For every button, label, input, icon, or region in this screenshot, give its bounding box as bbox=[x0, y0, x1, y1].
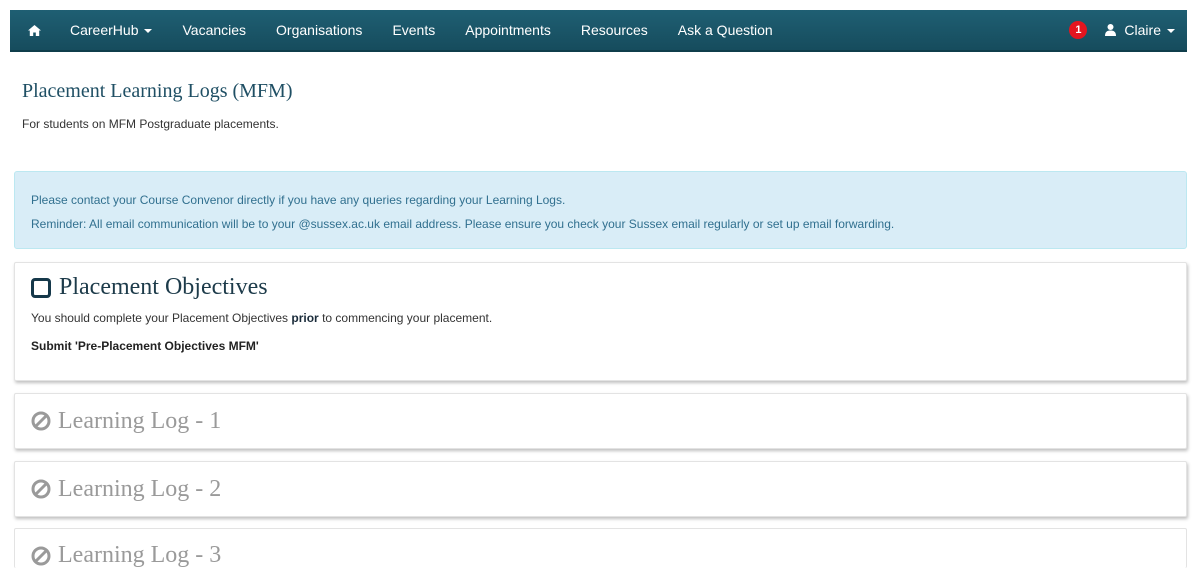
placement-objectives-panel: Placement Objectives You should complete… bbox=[14, 262, 1187, 381]
nav-vacancies-label: Vacancies bbox=[182, 22, 247, 38]
user-name: Claire bbox=[1124, 22, 1161, 38]
ban-icon bbox=[31, 411, 51, 431]
nav-organisations[interactable]: Organisations bbox=[261, 10, 377, 50]
nav-vacancies[interactable]: Vacancies bbox=[167, 10, 261, 50]
submit-objectives-link[interactable]: Submit 'Pre-Placement Objectives MFM' bbox=[31, 339, 1170, 353]
placement-objectives-title: Placement Objectives bbox=[59, 274, 268, 300]
desc-after: to commencing your placement. bbox=[322, 311, 493, 325]
learning-log-1-title: Learning Log - 1 bbox=[58, 407, 222, 434]
top-navbar: CareerHub Vacancies Organisations Events… bbox=[10, 10, 1187, 52]
info-alert: Please contact your Course Convenor dire… bbox=[14, 171, 1187, 249]
page-subtitle: For students on MFM Postgraduate placeme… bbox=[22, 117, 279, 131]
nav-appointments[interactable]: Appointments bbox=[450, 10, 566, 50]
placement-objectives-description: You should complete your Placement Objec… bbox=[31, 311, 1170, 325]
nav-events-label: Events bbox=[392, 22, 436, 38]
placement-objectives-heading: Placement Objectives bbox=[31, 274, 1170, 301]
learning-log-2-title: Learning Log - 2 bbox=[58, 475, 222, 502]
user-menu[interactable]: Claire bbox=[1105, 22, 1187, 38]
desc-before: You should complete your Placement Objec… bbox=[31, 311, 289, 325]
info-line-contact: Please contact your Course Convenor dire… bbox=[31, 193, 566, 207]
nav-right: 1 Claire bbox=[1069, 10, 1187, 50]
nav-appointments-label: Appointments bbox=[465, 22, 551, 38]
nav-resources-label: Resources bbox=[580, 22, 648, 38]
nav-ask-question-label: Ask a Question bbox=[677, 22, 773, 38]
learning-log-1-panel[interactable]: Learning Log - 1 bbox=[14, 393, 1187, 449]
ban-icon bbox=[31, 546, 51, 565]
chevron-down-icon bbox=[1167, 29, 1175, 33]
info-line-reminder: Reminder: All email communication will b… bbox=[31, 217, 895, 231]
learning-log-3-panel[interactable]: Learning Log - 3 bbox=[14, 528, 1187, 568]
notification-badge[interactable]: 1 bbox=[1069, 21, 1088, 39]
nav-careerhub-label: CareerHub bbox=[70, 22, 139, 38]
learning-log-3-title: Learning Log - 3 bbox=[58, 542, 222, 568]
learning-log-2-panel[interactable]: Learning Log - 2 bbox=[14, 461, 1187, 517]
nav-events[interactable]: Events bbox=[377, 10, 450, 50]
user-icon bbox=[1105, 24, 1117, 36]
nav-ask-question[interactable]: Ask a Question bbox=[663, 10, 788, 50]
chevron-down-icon bbox=[144, 29, 153, 33]
checkbox-icon[interactable] bbox=[31, 277, 51, 298]
home-icon bbox=[28, 24, 41, 36]
nav-home[interactable] bbox=[10, 10, 55, 50]
ban-icon bbox=[31, 479, 51, 499]
page-title: Placement Learning Logs (MFM) bbox=[22, 80, 293, 102]
desc-bold: prior bbox=[291, 311, 319, 325]
nav-resources[interactable]: Resources bbox=[566, 10, 663, 50]
learning-log-1-heading: Learning Log - 1 bbox=[31, 408, 221, 435]
learning-log-2-heading: Learning Log - 2 bbox=[31, 476, 221, 503]
nav-careerhub[interactable]: CareerHub bbox=[55, 10, 167, 50]
learning-log-3-heading: Learning Log - 3 bbox=[31, 542, 221, 568]
nav-organisations-label: Organisations bbox=[276, 22, 363, 38]
